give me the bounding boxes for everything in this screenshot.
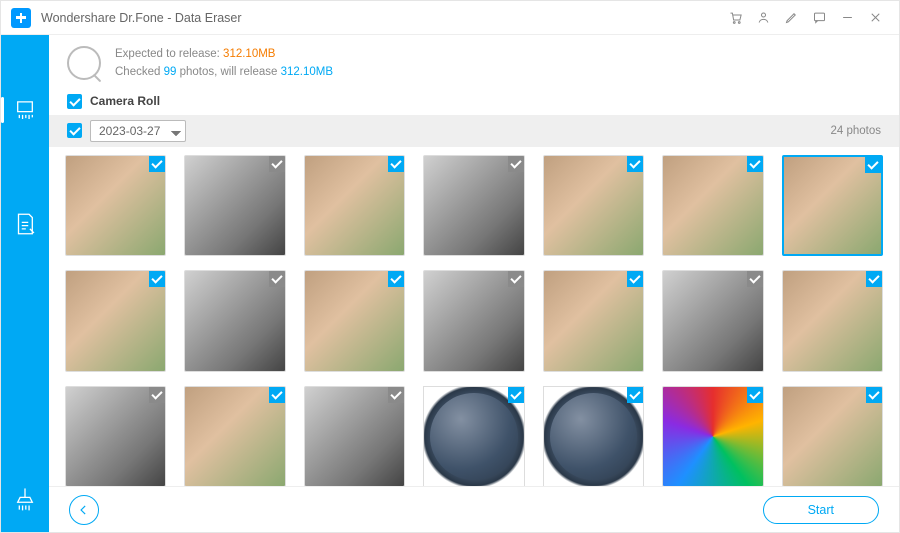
info-line2-a: Checked [115,66,164,78]
nav-report-icon[interactable] [10,209,40,239]
edit-icon[interactable] [777,4,805,32]
footer: Start [49,486,899,532]
thumb-checkbox[interactable] [508,387,524,403]
photo-3[interactable] [304,155,405,256]
photo-grid-wrap[interactable] [49,147,899,486]
photo-13[interactable] [662,270,763,371]
date-bar: 2023-03-27 24 photos [49,115,899,147]
feedback-icon[interactable] [805,4,833,32]
photo-15[interactable] [65,386,166,486]
thumb-checkbox[interactable] [149,271,165,287]
photo-12[interactable] [543,270,644,371]
nav-erase-icon[interactable] [10,95,40,125]
thumb-checkbox[interactable] [149,156,165,172]
thumb-checkbox[interactable] [627,156,643,172]
cart-icon[interactable] [721,4,749,32]
magnifier-icon [67,46,101,80]
photo-20[interactable] [662,386,763,486]
thumb-checkbox[interactable] [627,387,643,403]
close-icon[interactable] [861,4,889,32]
app-logo-icon [11,8,31,28]
thumb-checkbox[interactable] [508,156,524,172]
section-checkbox[interactable] [67,94,82,109]
thumb-checkbox[interactable] [866,271,882,287]
photo-5[interactable] [543,155,644,256]
thumb-checkbox[interactable] [269,156,285,172]
main-panel: Expected to release: 312.10MB Checked 99… [49,35,899,532]
date-checkbox[interactable] [67,123,82,138]
thumb-checkbox[interactable] [747,271,763,287]
thumb-checkbox[interactable] [269,387,285,403]
thumb-checkbox[interactable] [747,156,763,172]
photo-10[interactable] [304,270,405,371]
thumb-checkbox[interactable] [388,156,404,172]
photo-8[interactable] [65,270,166,371]
thumb-checkbox[interactable] [388,387,404,403]
info-will-release: 312.10MB [281,66,333,78]
photo-6[interactable] [662,155,763,256]
photo-11[interactable] [423,270,524,371]
info-expected-release: 312.10MB [223,48,275,60]
thumb-checkbox[interactable] [627,271,643,287]
user-icon[interactable] [749,4,777,32]
photo-grid [65,155,883,486]
photo-7[interactable] [782,155,883,256]
thumb-checkbox[interactable] [866,387,882,403]
app-title: Wondershare Dr.Fone - Data Eraser [41,11,242,25]
photo-17[interactable] [304,386,405,486]
photo-2[interactable] [184,155,285,256]
photo-18[interactable] [423,386,524,486]
thumb-checkbox[interactable] [747,387,763,403]
thumb-checkbox[interactable] [149,387,165,403]
photo-1[interactable] [65,155,166,256]
info-checked-count: 99 [164,66,177,78]
nav-cleanup-icon[interactable] [10,484,40,514]
minimize-icon[interactable] [833,4,861,32]
titlebar: Wondershare Dr.Fone - Data Eraser [1,1,899,35]
photo-14[interactable] [782,270,883,371]
thumb-checkbox[interactable] [388,271,404,287]
section-header: Camera Roll [49,90,899,115]
info-text: Expected to release: 312.10MB Checked 99… [115,45,333,82]
info-line2-b: photos, will release [176,66,280,78]
info-line1-prefix: Expected to release: [115,48,223,60]
photo-16[interactable] [184,386,285,486]
thumb-checkbox[interactable] [269,271,285,287]
photo-count: 24 photos [830,125,881,137]
sidebar [1,35,49,532]
photo-19[interactable] [543,386,644,486]
photo-4[interactable] [423,155,524,256]
date-select[interactable]: 2023-03-27 [90,120,186,142]
photo-21[interactable] [782,386,883,486]
start-button[interactable]: Start [763,496,879,524]
thumb-checkbox[interactable] [508,271,524,287]
thumb-checkbox[interactable] [865,157,881,173]
info-strip: Expected to release: 312.10MB Checked 99… [49,35,899,90]
back-button[interactable] [69,495,99,525]
app-window: Wondershare Dr.Fone - Data Eraser [0,0,900,533]
photo-9[interactable] [184,270,285,371]
section-label: Camera Roll [90,94,160,108]
